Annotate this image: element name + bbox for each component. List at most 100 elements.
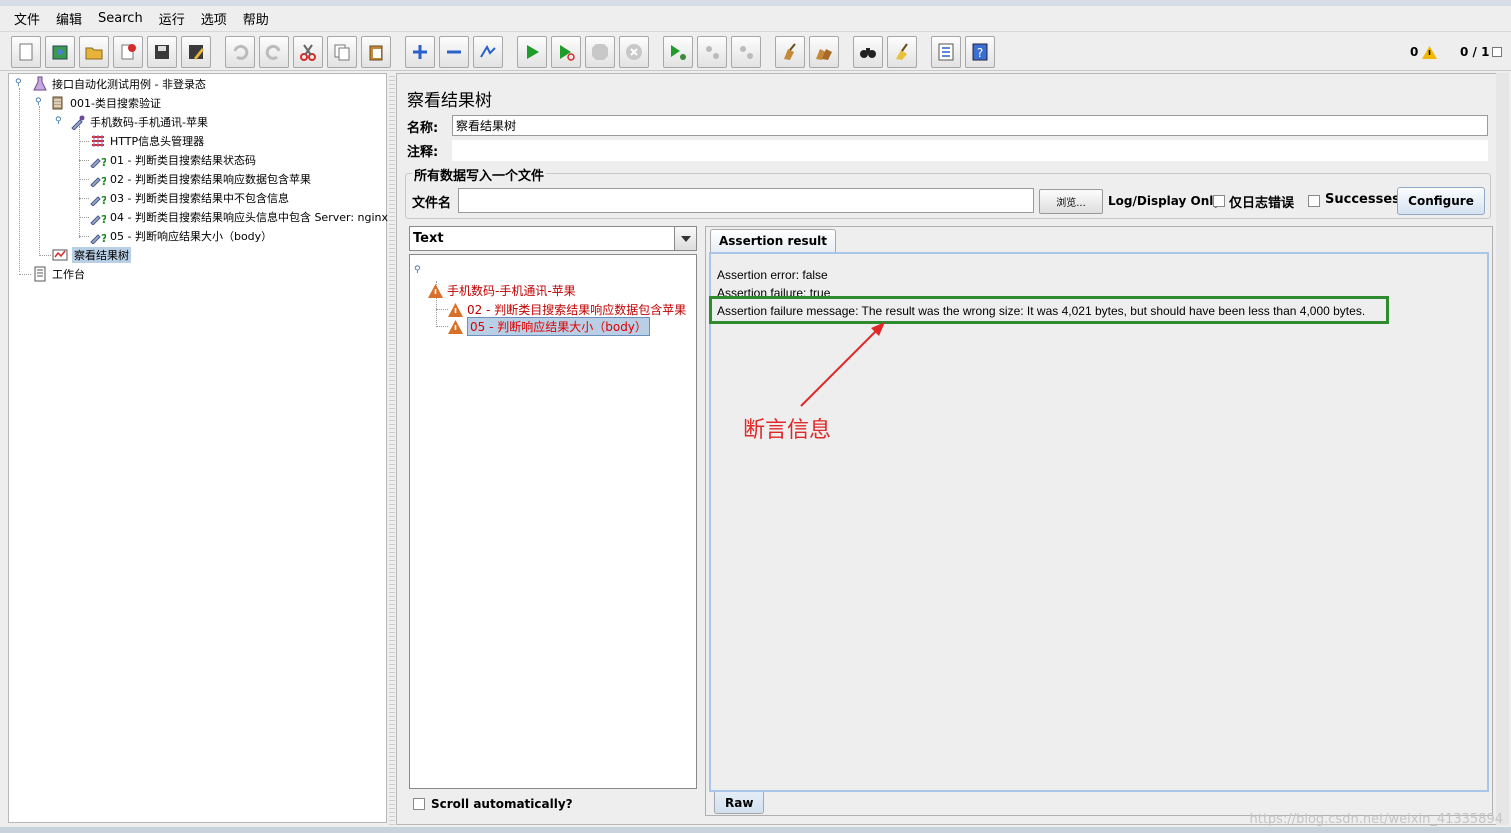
tree-item-assertion-02[interactable]: ? 02 - 判断类目搜索结果响应数据包含苹果 <box>89 170 311 188</box>
assertion-icon: ? <box>89 228 107 244</box>
start-no-pause-button[interactable] <box>551 36 581 68</box>
assertion-result-content: Assertion error: false Assertion failure… <box>709 252 1489 814</box>
tab-assertion-result[interactable]: Assertion result <box>710 229 837 252</box>
svg-text:?: ? <box>101 194 106 206</box>
tree-item-assertion-04[interactable]: ? 04 - 判断类目搜索结果响应头信息中包含 Server: nginx <box>89 208 388 226</box>
undo-button[interactable] <box>225 36 255 68</box>
assertion-icon: ? <box>89 209 107 225</box>
tab-raw[interactable]: Raw <box>714 792 765 814</box>
tree-item-label: 03 - 判断类目搜索结果中不包含信息 <box>110 192 289 205</box>
reset-search-icon <box>896 43 908 60</box>
templates-icon <box>52 45 68 60</box>
cut-button[interactable] <box>293 36 323 68</box>
function-helper-button[interactable] <box>931 36 961 68</box>
search-button[interactable] <box>853 36 883 68</box>
assertion-error-line: Assertion error: false <box>717 268 828 282</box>
successes-checkbox[interactable] <box>1308 195 1320 207</box>
help-button[interactable]: ? <box>965 36 995 68</box>
tree-guide <box>79 217 89 218</box>
menu-options[interactable]: 选项 <box>193 7 235 30</box>
result-item-sampler[interactable]: 手机数码-手机通讯-苹果 <box>428 282 576 299</box>
tree-guide <box>436 309 448 310</box>
start-button[interactable] <box>517 36 547 68</box>
paste-button[interactable] <box>361 36 391 68</box>
list-icon <box>938 43 954 61</box>
close-button[interactable] <box>113 36 143 68</box>
svg-text:?: ? <box>101 213 106 225</box>
menu-help[interactable]: 帮助 <box>235 7 277 30</box>
tree-guide <box>79 160 89 161</box>
stop-button[interactable] <box>585 36 615 68</box>
redo-icon <box>265 44 281 60</box>
tree-item-assertion-01[interactable]: ? 01 - 判断类目搜索结果状态码 <box>89 151 256 169</box>
tree-item-label: 05 - 判断响应结果大小（body） <box>110 230 273 243</box>
save-as-button[interactable] <box>181 36 211 68</box>
tree-item-label: 察看结果树 <box>72 247 131 263</box>
tree-item-assertion-03[interactable]: ? 03 - 判断类目搜索结果中不包含信息 <box>89 189 289 207</box>
result-item-label: 02 - 判断类目搜索结果响应数据包含苹果 <box>467 303 687 317</box>
window-scrollbar[interactable] <box>1496 73 1509 825</box>
log-display-only-label: Log/Display Only: <box>1108 194 1226 208</box>
panel-splitter[interactable] <box>389 73 395 825</box>
shutdown-button[interactable] <box>619 36 649 68</box>
toggle-button[interactable] <box>473 36 503 68</box>
browse-button[interactable]: 浏览... <box>1039 189 1103 214</box>
remote-shutdown-button[interactable] <box>731 36 761 68</box>
scroll-automatically[interactable]: Scroll automatically? <box>413 797 573 811</box>
remote-stop-button[interactable] <box>697 36 727 68</box>
tree-guide <box>79 126 80 238</box>
chevron-down-icon[interactable] <box>674 227 696 250</box>
expand-button[interactable] <box>405 36 435 68</box>
tree-item-view-results-tree[interactable]: 察看结果树 <box>51 246 131 264</box>
save-button[interactable] <box>147 36 177 68</box>
open-button[interactable] <box>79 36 109 68</box>
expand-sampler-toggle[interactable]: ⚲ <box>55 117 64 126</box>
filename-label: 文件名 <box>412 196 452 211</box>
warning-count: 0 <box>1410 45 1438 59</box>
templates-button[interactable] <box>45 36 75 68</box>
menu-run[interactable]: 运行 <box>151 7 193 30</box>
filename-input[interactable] <box>458 188 1034 213</box>
menu-file[interactable]: 文件 <box>6 7 48 30</box>
clear-button[interactable] <box>775 36 805 68</box>
result-item-assertion-05[interactable]: 05 - 判断响应结果大小（body） <box>448 317 650 336</box>
warning-icon <box>448 319 463 334</box>
redo-button[interactable] <box>259 36 289 68</box>
watermark: https://blog.csdn.net/weixin_41335894 <box>1249 812 1503 827</box>
expand-group-toggle[interactable]: ⚲ <box>35 98 44 107</box>
results-tree-panel: 察看结果树 名称: 察看结果树 注释: 所有数据写入一个文件 文件名 浏览...… <box>396 73 1504 825</box>
remote-start-button[interactable] <box>663 36 693 68</box>
svg-text:?: ? <box>101 175 106 187</box>
copy-button[interactable] <box>327 36 357 68</box>
configure-button[interactable]: Configure <box>1397 187 1485 215</box>
log-viewer-toggle[interactable] <box>1492 47 1502 57</box>
menu-bar: 文件 编辑 Search 运行 选项 帮助 <box>0 6 1511 32</box>
svg-text:?: ? <box>977 46 983 60</box>
tree-item-header-manager[interactable]: HTTP信息头管理器 <box>89 132 204 150</box>
annotation-label: 断言信息 <box>743 418 832 443</box>
shutdown-icon <box>626 44 642 60</box>
clear-all-button[interactable] <box>809 36 839 68</box>
write-to-file-legend: 所有数据写入一个文件 <box>412 165 547 184</box>
tree-item-test-plan[interactable]: 接口自动化测试用例 - 非登录态 <box>31 75 206 93</box>
result-item-assertion-02[interactable]: 02 - 判断类目搜索结果响应数据包含苹果 <box>448 301 686 318</box>
menu-edit[interactable]: 编辑 <box>48 7 90 30</box>
copy-icon <box>334 44 350 61</box>
scroll-automatically-checkbox[interactable] <box>413 798 425 810</box>
tree-item-thread-group[interactable]: 001-类目搜索验证 <box>49 94 161 112</box>
menu-search[interactable]: Search <box>90 9 151 28</box>
tree-item-assertion-05[interactable]: ? 05 - 判断响应结果大小（body） <box>89 227 272 245</box>
expand-root-toggle[interactable]: ⚲ <box>15 79 24 88</box>
new-button[interactable] <box>11 36 41 68</box>
minus-icon <box>447 50 461 54</box>
tree-item-workbench[interactable]: 工作台 <box>31 265 85 283</box>
tree-item-label: 02 - 判断类目搜索结果响应数据包含苹果 <box>110 173 311 186</box>
collapse-button[interactable] <box>439 36 469 68</box>
expand-result-toggle[interactable]: ⚲ <box>414 266 423 275</box>
comment-field[interactable] <box>452 140 1488 161</box>
name-field[interactable]: 察看结果树 <box>452 115 1488 136</box>
tree-item-http-sampler[interactable]: 手机数码-手机通讯-苹果 <box>69 113 208 131</box>
renderer-select[interactable]: Text <box>409 226 697 251</box>
reset-search-button[interactable] <box>887 36 917 68</box>
errors-only-checkbox[interactable] <box>1213 195 1225 207</box>
